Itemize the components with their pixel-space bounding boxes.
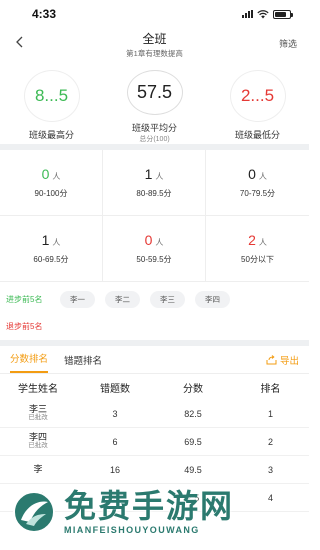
- back-chevron-icon[interactable]: [12, 34, 28, 50]
- lowest-score-stat: 2...5 班级最低分: [213, 70, 303, 144]
- distribution-cell[interactable]: 1人 60-69.5分: [0, 216, 103, 282]
- summary-stats: 8...5 班级最高分 57.5 班级平均分 总分(100) 2...5 班级最…: [0, 60, 309, 144]
- average-score-label: 班级平均分: [131, 123, 177, 133]
- distribution-cell[interactable]: 0人 90-100分: [0, 150, 103, 216]
- tab-wrong-rank[interactable]: 错题排名: [64, 353, 102, 373]
- score-distribution-grid: 0人 90-100分 1人 80-89.5分 0人 70-79.5分 1人 60…: [0, 150, 309, 282]
- distribution-count: 0人: [248, 166, 267, 182]
- export-label: 导出: [279, 356, 299, 367]
- regress-top5-label: 退步前5名: [6, 321, 43, 331]
- distribution-cell[interactable]: 1人 80-89.5分: [103, 150, 206, 216]
- student-chip[interactable]: 李四: [195, 290, 230, 308]
- site-watermark: 免费手游网 MIANFEISHOUYOUWANG: [12, 474, 302, 550]
- progress-top5-row: 进步前5名 李一 李二 李三 李四: [0, 286, 309, 312]
- student-chip[interactable]: 李三: [150, 290, 185, 308]
- distribution-range: 50-59.5分: [136, 255, 172, 264]
- average-score-value: 57.5: [126, 70, 183, 115]
- rank: 3: [267, 464, 273, 475]
- status-time: 4:33: [32, 7, 57, 21]
- distribution-range: 60-69.5分: [33, 255, 69, 264]
- lowest-score-value: 2...5: [229, 70, 286, 122]
- page-subtitle: 第1章有理数提高: [126, 48, 183, 58]
- wrong-count: 6: [112, 436, 118, 447]
- title-block: 全班 第1章有理数提高: [126, 30, 183, 59]
- table-header: 学生姓名 错题数 分数 排名: [0, 374, 309, 400]
- student-chip[interactable]: 李二: [105, 290, 140, 308]
- average-score-total: 总分(100): [139, 136, 170, 143]
- wrong-count: 3: [112, 408, 118, 419]
- watermark-subtitle: MIANFEISHOUYOUWANG: [64, 524, 200, 535]
- table-row[interactable]: 李四 已批改 6 69.5 2: [0, 428, 309, 456]
- progress-top5-label: 进步前5名: [6, 294, 43, 304]
- column-header: 错题数: [100, 383, 130, 395]
- signal-icon: [242, 10, 253, 18]
- nav-header: 全班 第1章有理数提高 筛选: [0, 28, 309, 60]
- distribution-count: 2人: [248, 232, 267, 248]
- status-icons: [242, 9, 293, 19]
- grading-status: 已批改: [28, 441, 48, 449]
- score: 82.5: [184, 408, 202, 419]
- lowest-score-label: 班级最低分: [234, 130, 280, 140]
- wrong-count: 16: [109, 464, 120, 475]
- average-score-stat: 57.5 班级平均分 总分(100): [110, 70, 200, 144]
- export-icon: [266, 355, 277, 365]
- distribution-range: 90-100分: [34, 189, 68, 198]
- watermark-title: 免费手游网: [64, 487, 235, 524]
- table-row[interactable]: 李三 已批改 3 82.5 1: [0, 400, 309, 428]
- score: 49.5: [184, 464, 202, 475]
- ranking-tabs: 分数排名 错题排名 导出: [0, 346, 309, 374]
- filter-button[interactable]: 筛选: [279, 37, 297, 50]
- page-title: 全班: [142, 31, 167, 46]
- column-header: 学生姓名: [18, 383, 58, 395]
- status-bar: 4:33: [0, 0, 309, 28]
- wifi-icon: [257, 9, 269, 18]
- column-header: 分数: [183, 383, 203, 395]
- highest-score-stat: 8...5 班级最高分: [7, 70, 97, 144]
- distribution-count: 1人: [41, 232, 61, 248]
- distribution-cell[interactable]: 0人 70-79.5分: [206, 150, 309, 216]
- watermark-text: 免费手游网 MIANFEISHOUYOUWANG: [64, 490, 234, 535]
- rank: 1: [267, 408, 273, 419]
- student-chip[interactable]: 李一: [60, 290, 95, 308]
- student-name-cell: 李四 已批改: [0, 432, 76, 449]
- watermark-logo-icon: [13, 491, 55, 533]
- distribution-range: 80-89.5分: [136, 189, 172, 198]
- student-name-cell: 李三 已批改: [0, 404, 76, 421]
- distribution-range: 50分以下: [241, 255, 274, 264]
- student-name: 李: [33, 463, 43, 474]
- distribution-count: 0人: [144, 232, 164, 248]
- rank: 2: [267, 436, 273, 447]
- regress-top5-row: 退步前5名: [0, 312, 309, 340]
- distribution-cell[interactable]: 2人 50分以下: [206, 216, 309, 282]
- highest-score-label: 班级最高分: [28, 130, 74, 140]
- tab-score-rank[interactable]: 分数排名: [10, 351, 49, 373]
- grading-status: 已批改: [28, 413, 48, 421]
- export-button[interactable]: 导出: [266, 353, 299, 367]
- column-header: 排名: [260, 383, 281, 395]
- battery-icon: [273, 9, 293, 19]
- distribution-count: 1人: [144, 166, 164, 182]
- score: 69.5: [184, 436, 202, 447]
- highest-score-value: 8...5: [23, 70, 80, 122]
- distribution-count: 0人: [41, 166, 61, 182]
- distribution-cell[interactable]: 0人 50-59.5分: [103, 216, 206, 282]
- distribution-range: 70-79.5分: [239, 189, 276, 198]
- student-name-cell: 李: [0, 463, 76, 474]
